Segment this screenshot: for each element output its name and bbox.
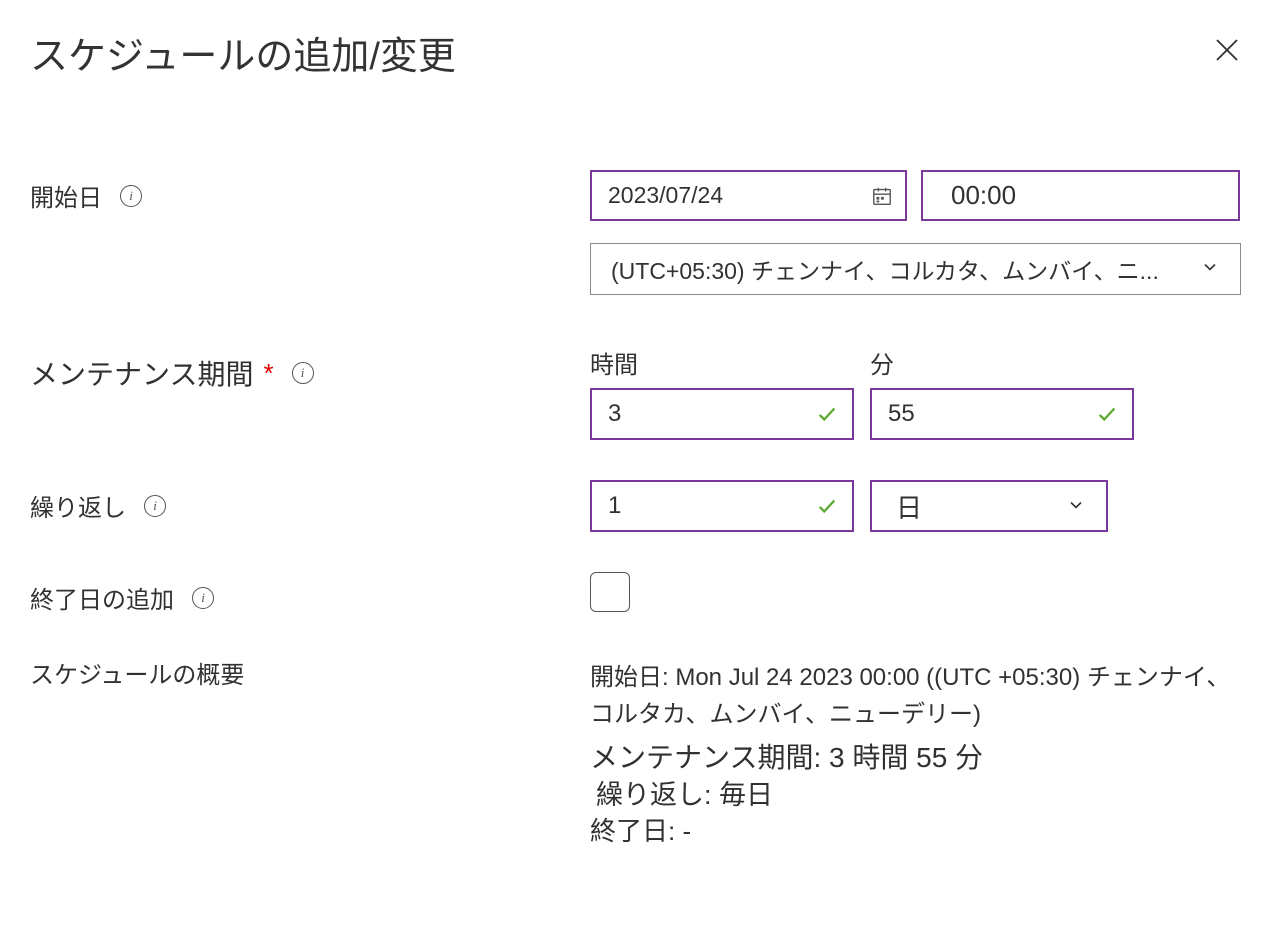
summary-end-date: 終了日: -: [590, 814, 1242, 849]
add-end-date-label: 終了日の追加: [30, 580, 174, 615]
start-date-label: 開始日: [30, 178, 102, 213]
hours-label: 時間: [590, 345, 854, 380]
dialog-title: スケジュールの追加/変更: [30, 25, 456, 80]
minutes-label: 分: [870, 345, 1134, 380]
summary-maint-window: メンテナンス期間: 3 時間 55 分: [590, 739, 1242, 777]
repeat-count-value: 1: [608, 492, 621, 520]
maint-window-label: メンテナンス期間: [30, 353, 253, 393]
chevron-down-icon: [1066, 495, 1086, 515]
info-icon[interactable]: i: [144, 495, 166, 517]
required-indicator: *: [263, 358, 273, 389]
calendar-icon: [871, 185, 893, 207]
check-icon: [816, 403, 838, 425]
repeat-unit-value: 日: [896, 488, 922, 525]
summary-repeat: 繰り返し: 毎日: [590, 777, 1242, 813]
minutes-value: 55: [888, 400, 915, 428]
repeat-count-input[interactable]: 1: [590, 480, 854, 532]
start-time-input[interactable]: 00:00: [921, 170, 1240, 221]
check-icon: [1096, 403, 1118, 425]
chevron-down-icon: [1200, 257, 1220, 277]
minutes-input[interactable]: 55: [870, 388, 1134, 440]
summary-label: スケジュールの概要: [30, 655, 244, 690]
summary-start-date: 開始日: Mon Jul 24 2023 00:00 ((UTC +05:30)…: [590, 659, 1242, 733]
info-icon[interactable]: i: [120, 185, 142, 207]
close-button[interactable]: [1212, 35, 1242, 65]
repeat-unit-select[interactable]: 日: [870, 480, 1108, 532]
start-date-value: 2023/07/24: [608, 182, 723, 209]
repeat-label: 繰り返し: [30, 488, 126, 523]
info-icon[interactable]: i: [292, 362, 314, 384]
hours-input[interactable]: 3: [590, 388, 854, 440]
start-date-input[interactable]: 2023/07/24: [590, 170, 907, 221]
check-icon: [816, 495, 838, 517]
hours-value: 3: [608, 400, 621, 428]
timezone-select[interactable]: (UTC+05:30) チェンナイ、コルカタ、ムンバイ、ニ...: [590, 243, 1241, 295]
add-end-date-checkbox[interactable]: [590, 572, 630, 612]
close-icon: [1212, 35, 1242, 65]
start-time-value: 00:00: [951, 180, 1016, 211]
info-icon[interactable]: i: [192, 587, 214, 609]
timezone-value: (UTC+05:30) チェンナイ、コルカタ、ムンバイ、ニ...: [611, 252, 1159, 286]
